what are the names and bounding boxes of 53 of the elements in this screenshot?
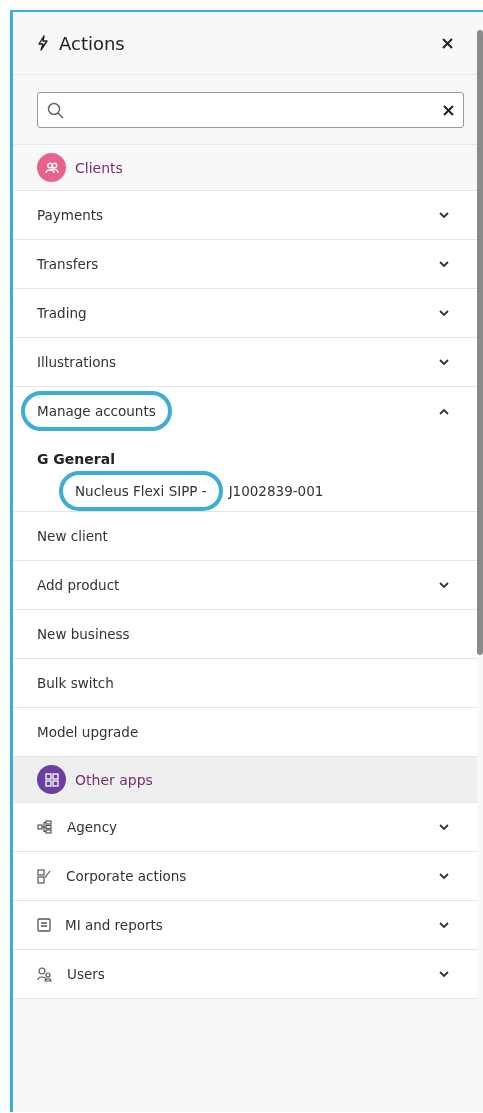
menu-item-label[interactable]: Manage accounts [37,403,156,419]
users-icon [37,966,53,982]
clear-button[interactable] [443,104,454,116]
menu-item[interactable]: MI and reports [13,901,477,950]
menu-item-label[interactable]: Illustrations [37,354,117,370]
menu-item-label[interactable]: Users [67,966,105,982]
menu-item-label[interactable]: Trading [37,305,87,321]
chevron-down-icon[interactable] [439,581,449,589]
menu-item-label[interactable]: MI and reports [65,917,163,933]
chevron-down-icon[interactable] [439,970,449,978]
section-title: Other apps [75,771,153,788]
menu-item[interactable]: New business [13,610,477,659]
menu-item-label[interactable]: Model upgrade [37,724,139,740]
search-field[interactable] [37,92,464,128]
chevron-down-icon[interactable] [439,260,449,268]
menu-item[interactable]: Corporate actions [13,852,477,901]
checklist-edit-icon [37,868,52,884]
network-icon [37,820,53,834]
menu-item[interactable]: New client [13,512,477,561]
menu-item[interactable]: Payments [13,191,477,240]
menu-item-label[interactable]: Corporate actions [66,868,187,884]
menu-item-label[interactable]: Add product [37,577,120,593]
account-code[interactable]: J1002839-001 [228,483,324,499]
menu-item-label[interactable]: Agency [67,819,118,835]
chevron-up-icon[interactable] [439,407,449,415]
scrollbar-thumb[interactable] [477,30,483,655]
chevron-down-icon[interactable] [439,211,449,219]
chevron-down-icon[interactable] [439,921,449,929]
panel-title: Actions [59,32,126,54]
section-title: Clients [75,159,123,176]
menu-item-label[interactable]: Bulk switch [37,675,114,691]
menu-item-label[interactable]: New client [37,528,108,544]
chevron-down-icon[interactable] [439,309,449,317]
chevron-down-icon[interactable] [439,823,449,831]
menu-item[interactable]: Bulk switch [13,659,477,708]
lightning-icon [37,35,49,51]
menu-item[interactable]: Illustrations [13,338,477,387]
menu-item[interactable]: Model upgrade [13,708,477,757]
chevron-down-icon[interactable] [439,872,449,880]
close-button[interactable] [442,37,453,49]
account-group-title: G General [37,451,116,467]
menu-item-label[interactable]: Payments [37,207,104,223]
menu-item-label[interactable]: New business [37,626,130,642]
chevron-down-icon[interactable] [439,358,449,366]
search-icon [47,101,64,119]
menu-item[interactable]: Agency [13,803,477,852]
menu-item[interactable]: Users [13,950,477,999]
report-icon [37,918,51,932]
menu-item[interactable]: Add product [13,561,477,610]
account-name[interactable]: Nucleus Flexi SIPP - [75,483,207,499]
menu-item[interactable]: Trading [13,289,477,338]
menu-item[interactable]: Transfers [13,240,477,289]
menu-item-label[interactable]: Transfers [37,256,99,272]
